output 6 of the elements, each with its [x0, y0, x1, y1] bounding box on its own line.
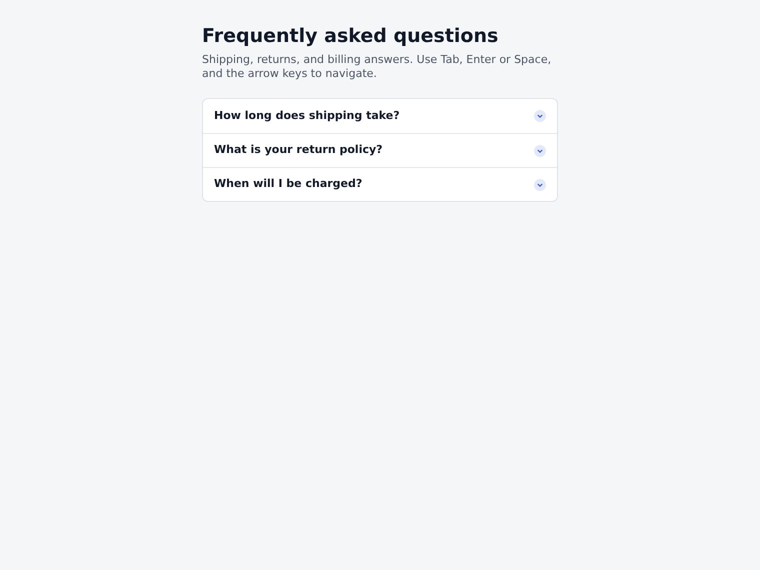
- accordion-item[interactable]: When will I be charged?: [203, 167, 557, 201]
- chevron-icon: [534, 110, 546, 122]
- page-title: Frequently asked questions: [202, 24, 500, 48]
- page-description: Shipping, returns, and billing answers. Use Tab, Enter or Space, and the arrow keys to navigate.: [202, 53, 552, 81]
- chevron-icon: [534, 144, 546, 156]
- chevron-icon: [534, 178, 546, 190]
